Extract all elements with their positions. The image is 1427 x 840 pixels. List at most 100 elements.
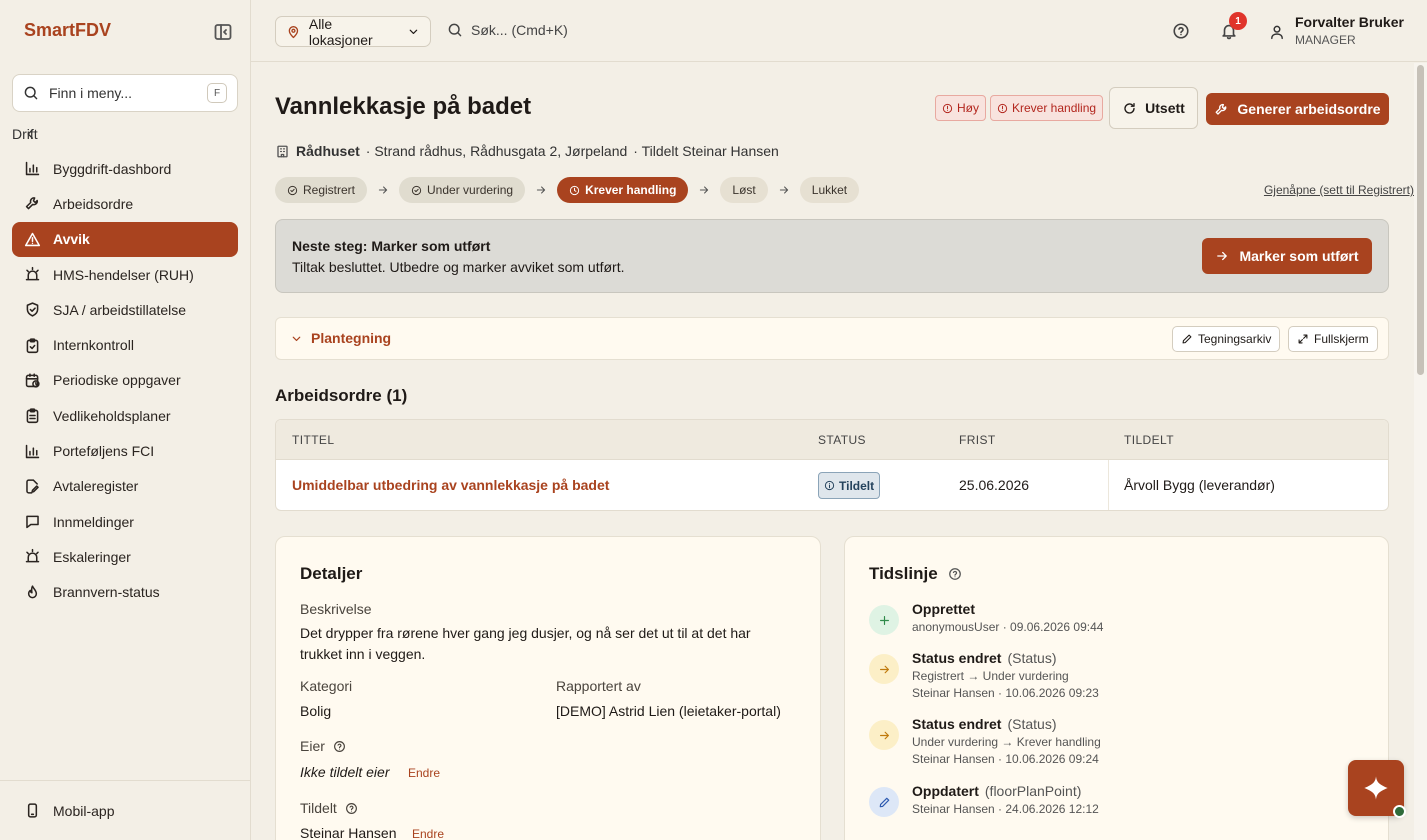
column-header-title[interactable]: TITTEL: [292, 433, 334, 447]
generate-work-order-button[interactable]: Generer arbeidsordre: [1206, 93, 1389, 125]
postpone-button[interactable]: Utsett: [1109, 87, 1198, 129]
sidebar-item-avtaleregister[interactable]: Avtaleregister: [12, 469, 238, 504]
user-name: Forvalter Bruker: [1295, 14, 1404, 30]
arrow-right-icon: [700, 186, 709, 194]
sidebar-item-eskaleringer[interactable]: Eskaleringer: [12, 539, 238, 574]
assigned-to: Årvoll Bygg (leverandør): [1124, 477, 1275, 493]
sidebar-item-internkontroll[interactable]: Internkontroll: [12, 327, 238, 362]
action-status-badge: Krever handling: [990, 95, 1104, 121]
arrow-right-icon: [869, 720, 899, 750]
scrollbar-thumb[interactable]: [1417, 65, 1424, 375]
step-lukket[interactable]: Lukket: [799, 177, 860, 203]
column-header-assigned[interactable]: TILDELT: [1124, 433, 1174, 447]
expand-icon: [1298, 334, 1308, 344]
menu-search-input[interactable]: Finn i meny... F: [12, 74, 238, 112]
assigned-line: · Tildelt Steinar Hansen: [633, 143, 779, 159]
step-label: Lukket: [811, 183, 848, 197]
global-search-placeholder: Søk... (Cmd+K): [471, 22, 568, 38]
sidebar-item-arbeidsordre[interactable]: Arbeidsordre: [12, 186, 238, 221]
work-order-title-link[interactable]: Umiddelbar utbedring av vannlekkasje på …: [292, 477, 609, 493]
global-search-input[interactable]: Søk... (Cmd+K): [447, 22, 568, 38]
arrow-right-icon: [1217, 251, 1228, 261]
mark-done-button[interactable]: Marker som utført: [1202, 238, 1372, 274]
help-icon[interactable]: [1172, 22, 1190, 40]
user-icon: [1271, 25, 1283, 40]
column-header-due[interactable]: FRIST: [959, 433, 996, 447]
siren-icon: [25, 266, 40, 281]
sidebar-item-byggdrift-dashbord[interactable]: Byggdrift-dashbord: [12, 151, 238, 186]
priority-badge: Høy: [935, 95, 986, 121]
edit-assigned-link[interactable]: Endre: [412, 827, 444, 840]
step-registrert[interactable]: Registrert: [275, 177, 368, 203]
building-name[interactable]: Rådhuset: [296, 143, 360, 159]
sidebar-item-avvik[interactable]: Avvik: [12, 221, 238, 257]
sidebar-item-sja[interactable]: SJA / arbeidstillatelse: [12, 292, 238, 327]
next-step-description: Tiltak besluttet. Utbedre og marker avvi…: [292, 259, 625, 275]
column-divider: [1108, 460, 1109, 510]
sidebar-item-innmeldinger[interactable]: Innmeldinger: [12, 504, 238, 539]
sidebar-item-vedlikeholdsplaner[interactable]: Vedlikeholdsplaner: [12, 398, 238, 433]
sidebar-item-periodiske-oppgaver[interactable]: Periodiske oppgaver: [12, 363, 238, 398]
floor-plan-toggle[interactable]: Plantegning: [290, 330, 391, 346]
chevron-down-icon: [409, 29, 418, 35]
sidebar-item-label: Avvik: [53, 231, 90, 248]
arrow-right-icon: [536, 186, 546, 194]
step-under-vurdering[interactable]: Under vurdering: [399, 177, 526, 203]
user-role: MANAGER: [1295, 33, 1356, 47]
fullscreen-button[interactable]: Fullskjerm: [1288, 326, 1378, 352]
reported-by-label: Rapportert av: [556, 678, 641, 694]
brand-logo[interactable]: SmartFDV: [24, 20, 111, 41]
timeline-title: Tidslinje: [869, 564, 938, 583]
column-header-status[interactable]: STATUS: [818, 433, 866, 447]
status-stepper: Registrert Under vurdering Krever handli…: [275, 177, 860, 203]
check-circle-icon: [411, 185, 422, 195]
step-krever-handling[interactable]: Krever handling: [557, 177, 689, 203]
clipboard-check-icon: [26, 337, 39, 353]
arrow-right-icon: [378, 186, 388, 194]
check-circle-icon: [287, 185, 298, 195]
chevron-left-icon: [27, 129, 34, 139]
sidebar-item-brannvern-status[interactable]: Brannvern-status: [12, 575, 238, 610]
location-select-value: Alle lokasjoner: [308, 15, 373, 48]
collapse-sidebar-icon[interactable]: [213, 22, 233, 42]
reopen-link[interactable]: Gjenåpne (sett til Registrert): [1264, 183, 1414, 197]
step-lost[interactable]: Løst: [720, 177, 768, 203]
menu-back-button[interactable]: Drift: [12, 122, 238, 146]
due-date: 25.06.2026: [959, 477, 1030, 493]
sidebar-footer: Mobil-app: [0, 780, 251, 840]
location-select[interactable]: Alle lokasjoner: [275, 15, 431, 48]
timeline-event-title: Oppdatert (floorPlanPoint): [912, 783, 1312, 799]
drawing-archive-button[interactable]: Tegningsarkiv: [1172, 326, 1281, 352]
main-scrollbar[interactable]: [1414, 63, 1427, 840]
message-icon: [26, 515, 39, 529]
help-icon[interactable]: [333, 740, 346, 753]
sidebar-item-label: Vedlikeholdsplaner: [53, 407, 171, 424]
sidebar-item-hms-hendelser[interactable]: HMS-hendelser (RUH): [12, 257, 238, 292]
postpone-label: Utsett: [1145, 100, 1185, 116]
sidebar-item-label: Innmeldinger: [53, 513, 134, 530]
mark-done-label: Marker som utført: [1239, 248, 1359, 264]
drawing-archive-label: Tegningsarkiv: [1198, 332, 1272, 346]
sidebar-item-label: Periodiske oppgaver: [53, 372, 181, 389]
help-icon[interactable]: [345, 802, 358, 815]
sidebar-item-portefoljens-fci[interactable]: Porteføljens FCI: [12, 433, 238, 468]
reported-by-value: [DEMO] Astrid Lien (leietaker-portal): [556, 703, 781, 719]
wrench-icon: [25, 197, 38, 210]
file-pen-icon: [26, 479, 39, 494]
status-label: Tildelt: [839, 478, 875, 493]
edit-owner-link[interactable]: Endre: [408, 766, 440, 780]
menu-search-placeholder: Finn i meny...: [49, 85, 132, 101]
table-row[interactable]: Umiddelbar utbedring av vannlekkasje på …: [276, 460, 1388, 510]
bar-chart-icon: [25, 161, 40, 176]
event-title: Status endret: [912, 716, 1002, 732]
sidebar-item-mobil-app[interactable]: Mobil-app: [12, 793, 238, 828]
building-address: · Strand rådhus, Rådhusgata 2, Jørpeland: [365, 143, 628, 159]
help-icon[interactable]: [948, 567, 962, 581]
map-pin-icon: [288, 26, 299, 39]
sidebar-item-label: Arbeidsordre: [53, 195, 134, 212]
online-status-dot: [1393, 805, 1406, 818]
user-menu[interactable]: Forvalter Bruker MANAGER: [1269, 14, 1404, 47]
owner-label: Eier: [300, 738, 325, 754]
alert-circle-icon: [942, 103, 953, 113]
assigned-label-row: Tildelt: [300, 800, 358, 816]
